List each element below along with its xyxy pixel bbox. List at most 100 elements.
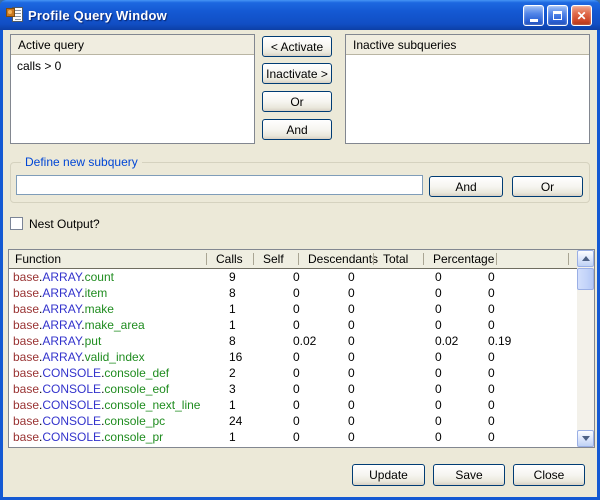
column-header-filler bbox=[496, 250, 568, 268]
subquery-input[interactable] bbox=[16, 175, 423, 195]
value-cell: 1 bbox=[229, 429, 293, 445]
fn-feature-text: count bbox=[85, 270, 114, 284]
column-header-percentage[interactable]: Percentage bbox=[423, 250, 496, 268]
value-cell: 0 bbox=[435, 317, 488, 333]
column-header-calls[interactable]: Calls bbox=[206, 250, 253, 268]
function-cell: base.ARRAY.make bbox=[9, 301, 229, 317]
value-cell: 0 bbox=[435, 349, 488, 365]
close-button[interactable]: ✕ bbox=[571, 5, 592, 26]
column-header-self[interactable]: Self bbox=[253, 250, 298, 268]
fn-scope-text: base bbox=[13, 286, 39, 300]
nest-output-label: Nest Output? bbox=[29, 217, 100, 231]
value-cell: 0 bbox=[293, 301, 348, 317]
orb-icon bbox=[6, 8, 15, 17]
fn-class-text: CONSOLE bbox=[42, 366, 101, 380]
function-cell: base.CONSOLE.console_pr bbox=[9, 429, 229, 445]
value-cell: 9 bbox=[229, 269, 293, 285]
value-cell: 0 bbox=[488, 381, 579, 397]
title-bar[interactable]: Profile Query Window ✕ bbox=[0, 0, 600, 30]
value-cell: 0 bbox=[435, 397, 488, 413]
value-cell: 0 bbox=[488, 397, 579, 413]
minimize-button[interactable] bbox=[523, 5, 544, 26]
maximize-button[interactable] bbox=[547, 5, 568, 26]
and-transfer-button[interactable]: And bbox=[262, 119, 332, 140]
table-row[interactable]: base.ARRAY.make10000 bbox=[9, 301, 579, 317]
close-dialog-button[interactable]: Close bbox=[513, 464, 585, 486]
fn-scope-text: base bbox=[13, 270, 39, 284]
active-query-panel: Active query calls > 0 bbox=[10, 34, 255, 144]
value-cell: 2 bbox=[229, 365, 293, 381]
function-cell: base.CONSOLE.console_eof bbox=[9, 381, 229, 397]
table-row[interactable]: base.CONSOLE.console_next_line10000 bbox=[9, 397, 579, 413]
fn-scope-text: base bbox=[13, 318, 39, 332]
fn-feature-text: put bbox=[85, 334, 102, 348]
subquery-or-button[interactable]: Or bbox=[512, 176, 583, 197]
fn-class-text: ARRAY bbox=[42, 286, 81, 300]
inactivate-button[interactable]: Inactivate > bbox=[262, 63, 332, 84]
table-row[interactable]: base.ARRAY.put80.0200.020.19 bbox=[9, 333, 579, 349]
query-item[interactable]: calls > 0 bbox=[17, 59, 248, 73]
value-cell: 8 bbox=[229, 285, 293, 301]
value-cell: 0 bbox=[435, 285, 488, 301]
fn-scope-text: base bbox=[13, 414, 39, 428]
value-cell: 0 bbox=[348, 317, 435, 333]
vertical-scrollbar[interactable] bbox=[577, 250, 594, 447]
function-cell: base.ARRAY.make_area bbox=[9, 317, 229, 333]
value-cell: 8 bbox=[229, 333, 293, 349]
value-cell: 0 bbox=[435, 413, 488, 429]
table-row[interactable]: base.CONSOLE.console_eof30000 bbox=[9, 381, 579, 397]
nest-output-checkbox[interactable] bbox=[10, 217, 23, 230]
table-row[interactable]: base.ARRAY.count90000 bbox=[9, 269, 579, 285]
fn-class-text: ARRAY bbox=[42, 350, 81, 364]
value-cell: 0.02 bbox=[293, 333, 348, 349]
or-transfer-button[interactable]: Or bbox=[262, 91, 332, 112]
value-cell: 0 bbox=[488, 349, 579, 365]
value-cell: 0 bbox=[488, 301, 579, 317]
scroll-down-button[interactable] bbox=[577, 430, 594, 447]
table-row[interactable]: base.ARRAY.item80000 bbox=[9, 285, 579, 301]
value-cell: 0 bbox=[348, 413, 435, 429]
value-cell: 0 bbox=[293, 365, 348, 381]
fn-feature-text: make bbox=[85, 302, 114, 316]
fn-feature-text: make_area bbox=[85, 318, 145, 332]
fn-class-text: ARRAY bbox=[42, 270, 81, 284]
value-cell: 0 bbox=[293, 285, 348, 301]
table-body: base.ARRAY.count90000base.ARRAY.item8000… bbox=[9, 269, 579, 445]
scroll-up-button[interactable] bbox=[577, 250, 594, 267]
value-cell: 0 bbox=[435, 301, 488, 317]
function-cell: base.CONSOLE.console_pc bbox=[9, 413, 229, 429]
function-cell: base.ARRAY.item bbox=[9, 285, 229, 301]
subquery-and-button[interactable]: And bbox=[429, 176, 503, 197]
value-cell: 0 bbox=[293, 381, 348, 397]
update-button[interactable]: Update bbox=[352, 464, 425, 486]
table-row[interactable]: base.CONSOLE.console_pr10000 bbox=[9, 429, 579, 445]
value-cell: 0 bbox=[488, 285, 579, 301]
function-cell: base.CONSOLE.console_next_line bbox=[9, 397, 229, 413]
value-cell: 0 bbox=[348, 381, 435, 397]
table-row[interactable]: base.ARRAY.make_area10000 bbox=[9, 317, 579, 333]
fn-scope-text: base bbox=[13, 302, 39, 316]
table-row[interactable]: base.ARRAY.valid_index160000 bbox=[9, 349, 579, 365]
fn-class-text: CONSOLE bbox=[42, 382, 101, 396]
fn-feature-text: valid_index bbox=[85, 350, 145, 364]
inactive-subqueries-list[interactable] bbox=[346, 55, 589, 63]
scrollbar-thumb[interactable] bbox=[577, 268, 594, 290]
value-cell: 0 bbox=[348, 301, 435, 317]
value-cell: 0 bbox=[435, 269, 488, 285]
value-cell: 0 bbox=[348, 365, 435, 381]
value-cell: 0 bbox=[488, 365, 579, 381]
activate-button[interactable]: < Activate bbox=[262, 36, 332, 57]
fn-class-text: CONSOLE bbox=[42, 398, 101, 412]
value-cell: 0 bbox=[488, 317, 579, 333]
value-cell: 0 bbox=[488, 269, 579, 285]
column-header-total[interactable]: Total bbox=[373, 250, 423, 268]
results-table: Function Calls Self Descendants Total Pe… bbox=[8, 249, 595, 448]
column-header-function[interactable]: Function bbox=[9, 250, 206, 268]
active-query-list[interactable]: calls > 0 bbox=[11, 55, 254, 77]
value-cell: 0 bbox=[293, 317, 348, 333]
save-button[interactable]: Save bbox=[433, 464, 505, 486]
inactive-subqueries-header: Inactive subqueries bbox=[346, 35, 589, 55]
table-row[interactable]: base.CONSOLE.console_pc240000 bbox=[9, 413, 579, 429]
column-header-descendants[interactable]: Descendants bbox=[298, 250, 373, 268]
table-row[interactable]: base.CONSOLE.console_def20000 bbox=[9, 365, 579, 381]
